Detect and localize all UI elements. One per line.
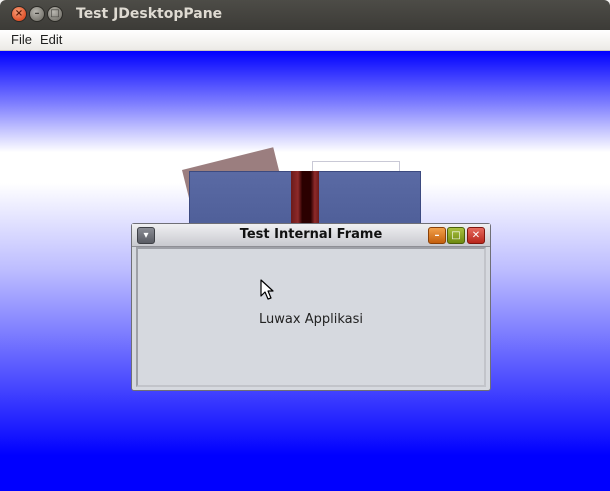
menu-bar: File Edit bbox=[0, 30, 610, 51]
internal-frame[interactable]: ▾ Test Internal Frame – □ ✕ Luwax Applik… bbox=[131, 223, 491, 391]
menu-file[interactable]: File bbox=[11, 32, 32, 47]
desktop-pane[interactable]: ▾ Test Internal Frame – □ ✕ Luwax Applik… bbox=[0, 51, 610, 491]
book-decoration-spine bbox=[291, 171, 319, 231]
content-label: Luwax Applikasi bbox=[259, 312, 363, 327]
window-title: Test JDesktopPane bbox=[76, 6, 223, 22]
close-icon: × bbox=[14, 8, 24, 19]
internal-frame-close-button[interactable]: ✕ bbox=[467, 227, 485, 244]
internal-frame-maximize-button[interactable]: □ bbox=[447, 227, 465, 244]
internal-frame-iconify-button[interactable]: – bbox=[428, 227, 446, 244]
maximize-icon: □ bbox=[451, 229, 461, 241]
minimize-icon: – bbox=[34, 8, 40, 19]
window-close-button[interactable]: × bbox=[11, 6, 27, 22]
mouse-pointer-icon bbox=[260, 279, 274, 300]
maximize-icon: □ bbox=[50, 8, 60, 19]
internal-frame-titlebar[interactable]: ▾ Test Internal Frame – □ ✕ bbox=[132, 224, 490, 247]
menu-edit[interactable]: Edit bbox=[40, 32, 62, 47]
internal-frame-content: Luwax Applikasi bbox=[136, 247, 486, 387]
window-minimize-button[interactable]: – bbox=[29, 6, 45, 22]
iconify-icon: – bbox=[434, 229, 440, 241]
close-icon: ✕ bbox=[471, 229, 481, 241]
window-maximize-button[interactable]: □ bbox=[47, 6, 63, 22]
window-titlebar[interactable]: × – □ Test JDesktopPane bbox=[0, 0, 610, 30]
